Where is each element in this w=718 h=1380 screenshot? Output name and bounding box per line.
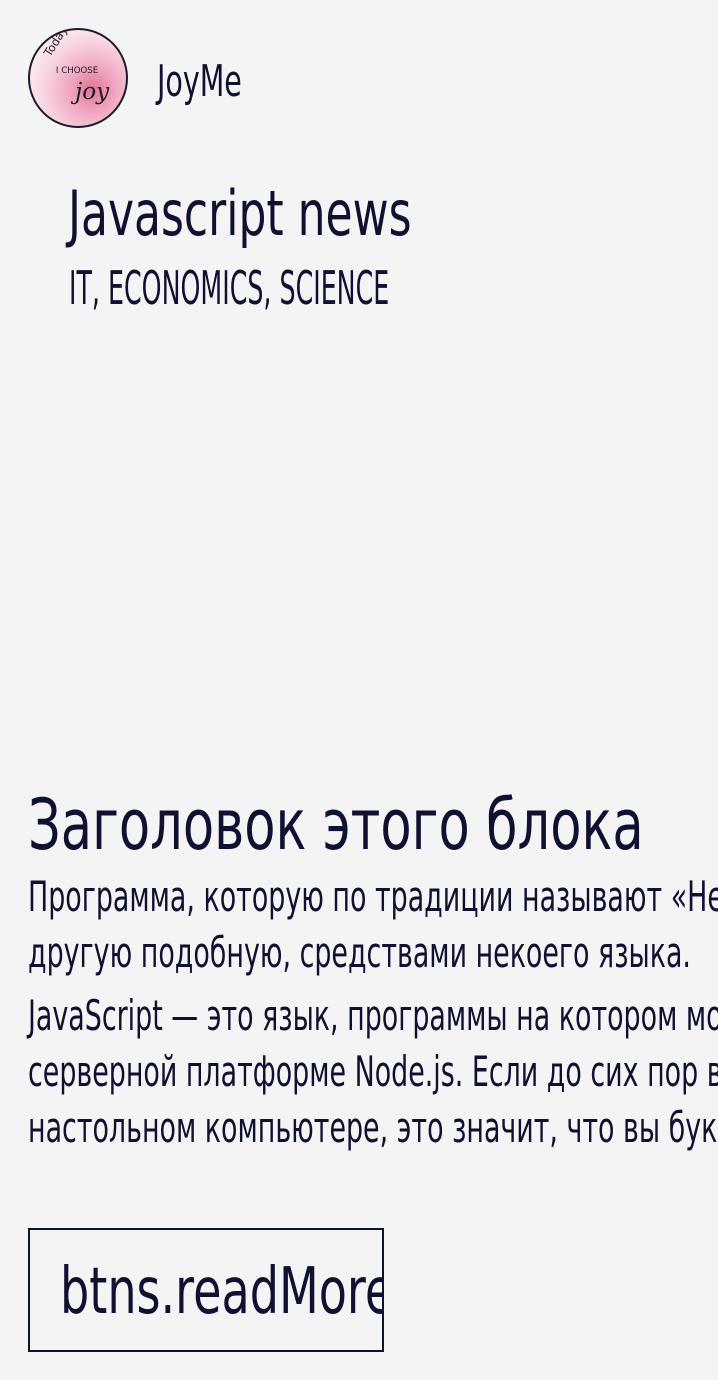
read-more-label: btns.readMore xyxy=(60,1255,384,1329)
paragraph-line: серверной платформе Node.js. Если до сих… xyxy=(28,1047,718,1096)
today-i-choose-joy-icon: Today I CHOOSE joy xyxy=(40,30,110,105)
page: Today I CHOOSE joy JoyMe Javascript news… xyxy=(0,0,718,1380)
paragraph-line: другую подобную, средствами некоего язык… xyxy=(28,928,691,977)
paragraph-line: JavaScript — это язык, программы на кото… xyxy=(28,991,718,1040)
avatar-logo[interactable]: Today I CHOOSE joy xyxy=(28,28,128,128)
svg-text:Today: Today xyxy=(40,30,70,60)
paragraph-2: JavaScript — это язык, программы на кото… xyxy=(28,988,718,1156)
paragraph-line: Программа, которую по традиции называют … xyxy=(28,872,718,921)
paragraph-line: настольном компьютере, это значит, что в… xyxy=(28,1103,718,1152)
block-title: Заголовок этого блока xyxy=(28,784,644,866)
svg-text:joy: joy xyxy=(70,79,110,105)
brand-name[interactable]: JoyMe xyxy=(157,58,242,106)
read-more-button[interactable]: btns.readMore xyxy=(28,1228,384,1352)
paragraph-1: Программа, которую по традиции называют … xyxy=(28,869,718,981)
svg-text:I CHOOSE: I CHOOSE xyxy=(56,66,98,76)
page-title: Javascript news xyxy=(68,177,412,250)
page-subtitle: IT, ECONOMICS, SCIENCE xyxy=(69,261,390,315)
